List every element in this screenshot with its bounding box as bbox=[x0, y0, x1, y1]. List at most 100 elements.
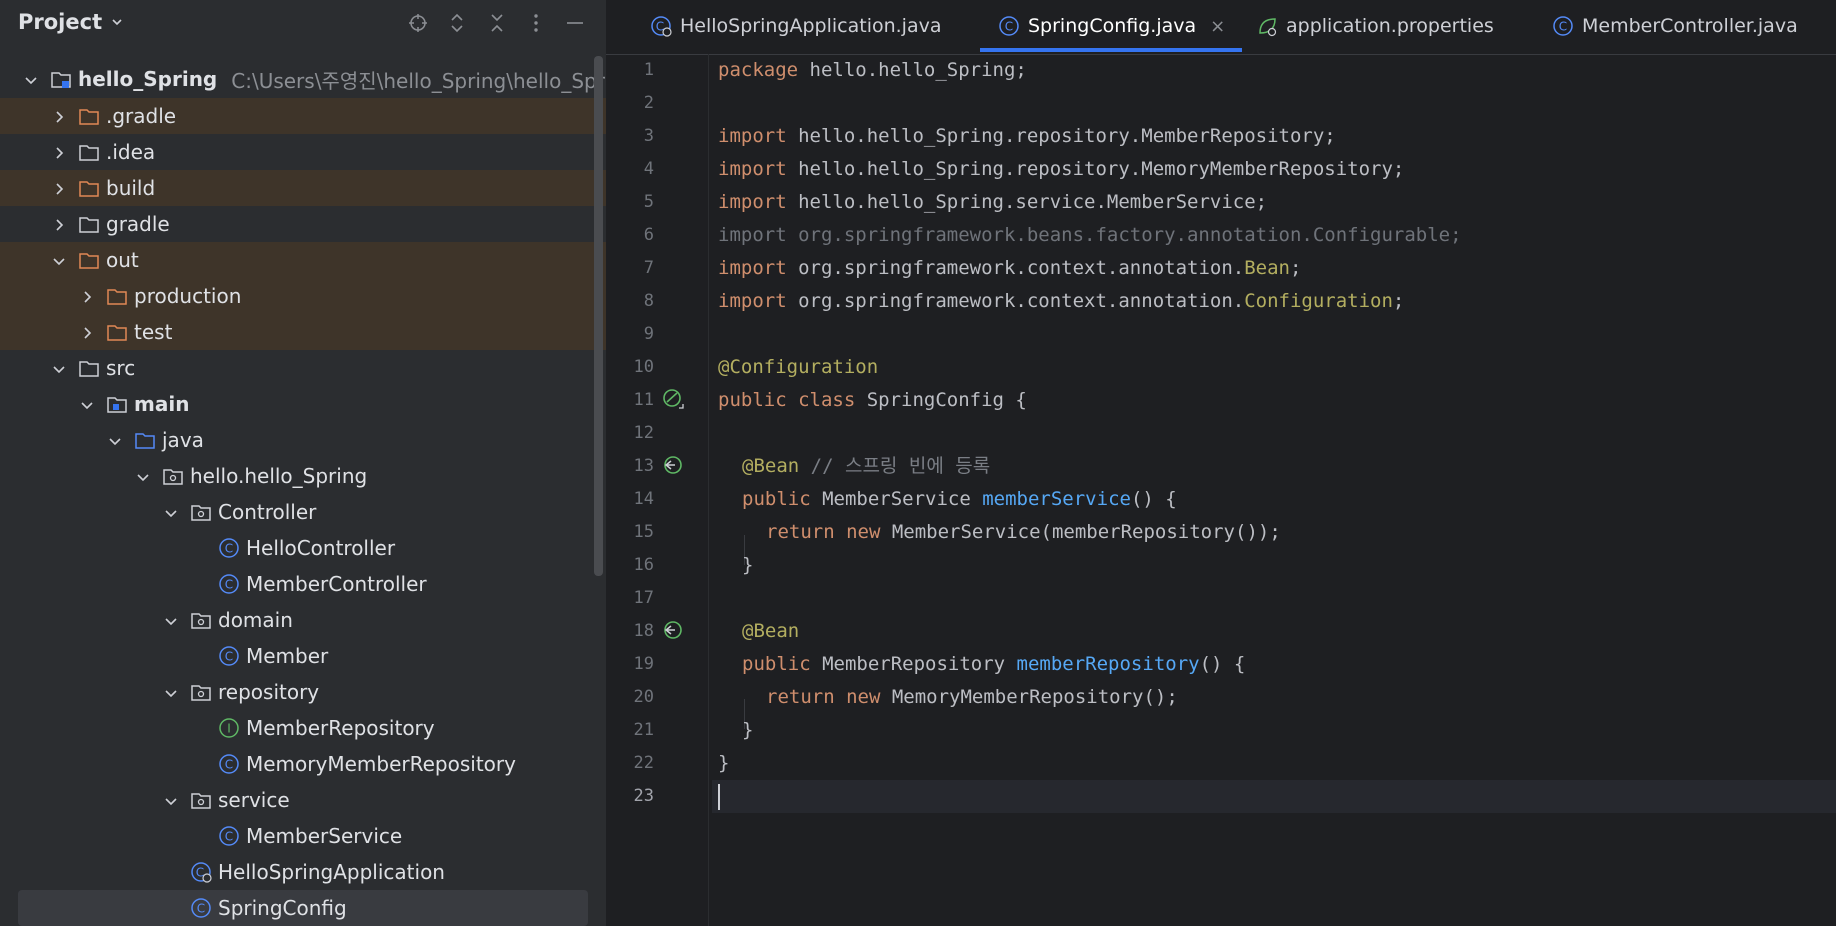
chevron-right-icon[interactable] bbox=[78, 287, 96, 305]
svg-text:C: C bbox=[1559, 20, 1567, 34]
code-area[interactable]: package hello.hello_Spring; import hello… bbox=[712, 54, 1836, 926]
tree-item-label: SpringConfig bbox=[218, 896, 347, 920]
tree-item-hello-controller[interactable]: C HelloController bbox=[0, 530, 606, 566]
chevron-down-icon[interactable] bbox=[162, 683, 180, 701]
chevron-down-icon[interactable] bbox=[78, 395, 96, 413]
line-number: 3 bbox=[643, 126, 654, 146]
tree-item-gradle-dir[interactable]: .gradle bbox=[0, 98, 606, 134]
class-icon: C bbox=[218, 537, 240, 559]
chevron-down-icon[interactable] bbox=[134, 467, 152, 485]
chevron-down-icon[interactable] bbox=[106, 431, 124, 449]
code-line-19: public MemberRepository memberRepository… bbox=[742, 648, 1245, 681]
chevron-down-icon[interactable] bbox=[162, 611, 180, 629]
excluded-folder-icon bbox=[78, 249, 100, 271]
package-icon bbox=[190, 609, 212, 631]
package-icon bbox=[190, 681, 212, 703]
folder-icon bbox=[78, 141, 100, 163]
code-line-5: import hello.hello_Spring.service.Member… bbox=[718, 186, 1267, 219]
chevron-right-icon[interactable] bbox=[50, 215, 68, 233]
keyword: package bbox=[718, 59, 799, 81]
tree-item-out[interactable]: out bbox=[0, 242, 606, 278]
spring-bean-gutter-icon[interactable] bbox=[661, 387, 685, 411]
class-icon: C bbox=[998, 15, 1020, 37]
module-folder-icon bbox=[106, 393, 128, 415]
chevron-right-icon[interactable] bbox=[50, 179, 68, 197]
tab-hello-spring-application[interactable]: C HelloSpringApplication.java bbox=[650, 0, 941, 52]
tree-item-controller-pkg[interactable]: Controller bbox=[0, 494, 606, 530]
tab-member-controller[interactable]: C MemberController.java bbox=[1552, 0, 1798, 52]
tab-label: application.properties bbox=[1286, 15, 1494, 37]
chevron-down-icon[interactable] bbox=[162, 791, 180, 809]
line-number-gutter[interactable]: 1 2 3 4 5 6 7 8 9 10 11 12 13 14 15 16 1… bbox=[606, 54, 708, 926]
line-number: 15 bbox=[633, 522, 654, 542]
close-icon[interactable]: × bbox=[1210, 16, 1225, 37]
tree-item-label: src bbox=[106, 356, 136, 380]
code-line-8: import org.springframework.context.annot… bbox=[718, 285, 1404, 318]
tree-item-java[interactable]: java bbox=[0, 422, 606, 458]
spring-bean-gutter-icon[interactable] bbox=[661, 453, 685, 477]
tree-item-spring-config[interactable]: C SpringConfig bbox=[18, 890, 588, 926]
code-line-4: import hello.hello_Spring.repository.Mem… bbox=[718, 153, 1404, 186]
spring-bean-gutter-icon[interactable] bbox=[661, 618, 685, 642]
tree-item-repository-pkg[interactable]: repository bbox=[0, 674, 606, 710]
project-view-selector[interactable]: Project bbox=[18, 10, 124, 34]
tree-item-member-service[interactable]: C MemberService bbox=[0, 818, 606, 854]
tree-item-hello-spring-application[interactable]: C HelloSpringApplication bbox=[0, 854, 606, 890]
chevron-down-icon[interactable] bbox=[162, 503, 180, 521]
more-options-icon[interactable] bbox=[525, 12, 547, 34]
keyword: import bbox=[718, 257, 787, 279]
keyword: public bbox=[742, 488, 811, 510]
line-number: 4 bbox=[643, 159, 654, 179]
tree-item-member-controller[interactable]: C MemberController bbox=[0, 566, 606, 602]
chevron-down-icon[interactable] bbox=[22, 70, 40, 88]
keyword: public class bbox=[718, 389, 856, 411]
class-icon: C bbox=[1552, 15, 1574, 37]
chevron-right-icon[interactable] bbox=[50, 143, 68, 161]
tree-item-test[interactable]: test bbox=[0, 314, 606, 350]
spring-leaf-icon bbox=[1256, 15, 1278, 37]
spring-boot-class-icon: C bbox=[650, 15, 672, 37]
code-text: MemberService bbox=[810, 488, 983, 510]
annotation: @Bean bbox=[742, 620, 800, 642]
chevron-right-icon[interactable] bbox=[50, 107, 68, 125]
comment: // 스프링 빈에 등록 bbox=[799, 455, 991, 477]
tree-item-memory-member-repository[interactable]: C MemoryMemberRepository bbox=[0, 746, 606, 782]
svg-text:C: C bbox=[225, 650, 233, 664]
chevron-down-icon[interactable] bbox=[50, 251, 68, 269]
tree-item-root[interactable]: hello_Spring C:\Users\주영진\hello_Spring\h… bbox=[0, 60, 606, 98]
keyword: public bbox=[742, 653, 811, 675]
code-text: MemberService(memberRepository()); bbox=[880, 521, 1281, 543]
tree-item-label: gradle bbox=[106, 212, 170, 236]
tree-item-src[interactable]: src bbox=[0, 350, 606, 386]
svg-text:C: C bbox=[225, 542, 233, 556]
tree-item-domain-pkg[interactable]: domain bbox=[0, 602, 606, 638]
tree-item-service-pkg[interactable]: service bbox=[0, 782, 606, 818]
tree-item-gradle[interactable]: gradle bbox=[0, 206, 606, 242]
tree-item-package-root[interactable]: hello.hello_Spring bbox=[0, 458, 606, 494]
tab-spring-config[interactable]: C SpringConfig.java × bbox=[998, 0, 1225, 52]
tree-item-idea[interactable]: .idea bbox=[0, 134, 606, 170]
tree-item-label: domain bbox=[218, 608, 293, 632]
project-scrollbar[interactable] bbox=[594, 56, 603, 576]
minimize-icon[interactable] bbox=[564, 12, 586, 34]
tree-item-member[interactable]: C Member bbox=[0, 638, 606, 674]
tab-application-properties[interactable]: application.properties bbox=[1256, 0, 1494, 52]
line-number: 12 bbox=[633, 423, 654, 443]
code-text: hello.hello_Spring.repository.MemberRepo… bbox=[786, 125, 1336, 147]
project-title: Project bbox=[18, 10, 103, 34]
tree-item-production[interactable]: production bbox=[0, 278, 606, 314]
keyword: import bbox=[718, 125, 787, 147]
tree-item-main[interactable]: main bbox=[0, 386, 606, 422]
tree-item-member-repository[interactable]: I MemberRepository bbox=[0, 710, 606, 746]
package-icon bbox=[162, 465, 184, 487]
tab-label: HelloSpringApplication.java bbox=[680, 15, 942, 37]
locate-icon[interactable] bbox=[407, 12, 429, 34]
chevron-down-icon[interactable] bbox=[50, 359, 68, 377]
tree-item-build[interactable]: build bbox=[0, 170, 606, 206]
chevron-right-icon[interactable] bbox=[78, 323, 96, 341]
collapse-all-icon[interactable] bbox=[486, 12, 508, 34]
code-line-11: public class SpringConfig { bbox=[718, 384, 1027, 417]
code-line-22: } bbox=[718, 752, 730, 774]
expand-all-icon[interactable] bbox=[446, 12, 468, 34]
code-text: ; bbox=[1392, 290, 1405, 312]
